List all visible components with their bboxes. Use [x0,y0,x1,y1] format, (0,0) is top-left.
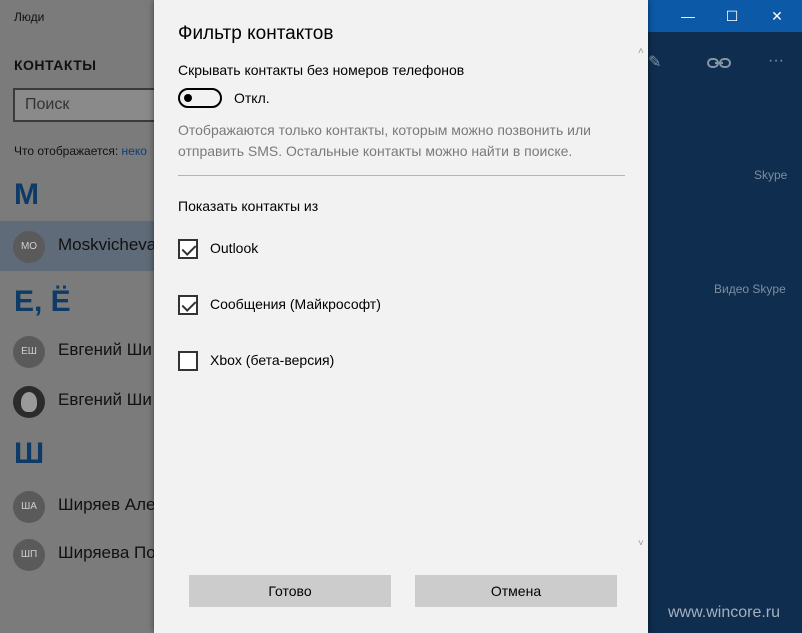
contacts-heading: КОНТАКТЫ [14,57,97,73]
maximize-button[interactable]: ☐ [722,7,742,25]
close-button[interactable]: ✕ [767,7,787,25]
contact-filter-dialog: Фильтр контактов ˄ Скрывать контакты без… [154,0,648,633]
search-input[interactable]: Поиск [13,88,163,122]
avatar: ЕШ [13,336,45,368]
outlook-checkbox[interactable] [178,239,198,259]
contact-name: Moskvicheva [58,235,157,254]
toggle-state-label: Откл. [234,90,270,106]
source-messaging[interactable]: Сообщения (Майкрософт) [178,295,478,317]
hide-setting-label: Скрывать контакты без номеров телефонов [178,62,465,78]
link-icon[interactable] [707,56,731,74]
group-letter-e: Е, Ё [14,285,71,318]
app-title: Люди [14,10,45,24]
search-placeholder: Поиск [25,96,70,113]
avatar: MO [13,231,45,263]
checkbox-label: Сообщения (Майкрософт) [210,296,381,312]
checkmark-icon [181,241,197,256]
checkbox-label: Outlook [210,240,259,256]
contact-row[interactable]: ЕШ Евгений Ши [0,326,154,376]
checkbox-label: Xbox (бета-версия) [210,352,335,368]
xbox-checkbox[interactable] [178,351,198,371]
contact-row[interactable]: MO Moskvicheva [0,221,157,271]
contact-name: Евгений Ши [58,390,152,409]
filter-status: Что отображается: неко [14,144,147,158]
contact-row[interactable]: Евгений Ши [0,376,154,426]
contact-row[interactable]: ША Ширяев Але [0,481,156,531]
window-titlebar: — ☐ ✕ [648,0,802,32]
show-from-label: Показать контакты из [178,198,319,214]
minimize-button[interactable]: — [678,7,698,25]
dialog-title: Фильтр контактов [178,23,334,44]
contact-name: Евгений Ши [58,340,152,359]
contacts-pane: Люди КОНТАКТЫ Поиск Что отображается: не… [0,0,163,633]
done-button[interactable]: Готово [189,575,391,607]
setting-description: Отображаются только контакты, которым мо… [178,122,591,159]
messaging-checkbox[interactable] [178,295,198,315]
avatar: ШП [13,539,45,571]
avatar: ША [13,491,45,523]
group-letter-sh: Ш [14,437,45,470]
source-outlook[interactable]: Outlook [178,239,478,261]
skype-label[interactable]: Skype [754,168,787,182]
filter-link[interactable]: неко [122,144,147,158]
cancel-button[interactable]: Отмена [415,575,617,607]
checkmark-icon [181,297,197,312]
edit-icon[interactable]: ✎ [648,52,661,72]
scroll-up-icon[interactable]: ˄ [638,46,644,57]
contact-name: Ширяев Але [58,495,156,514]
contact-row[interactable]: ШП Ширяева По [0,529,156,579]
divider [178,175,625,176]
more-icon[interactable]: ··· [768,52,784,70]
video-skype-label[interactable]: Видео Skype [714,282,786,296]
contact-name: Ширяева По [58,543,156,562]
scroll-down-icon[interactable]: ˅ [638,538,644,549]
hide-contacts-toggle[interactable] [178,88,222,108]
group-letter-m: М [14,178,39,211]
contact-detail-pane [648,0,802,633]
toggle-knob [184,94,192,102]
source-xbox[interactable]: Xbox (бета-версия) [178,351,478,373]
watermark: www.wincore.ru [668,604,781,621]
avatar-photo [13,386,45,418]
